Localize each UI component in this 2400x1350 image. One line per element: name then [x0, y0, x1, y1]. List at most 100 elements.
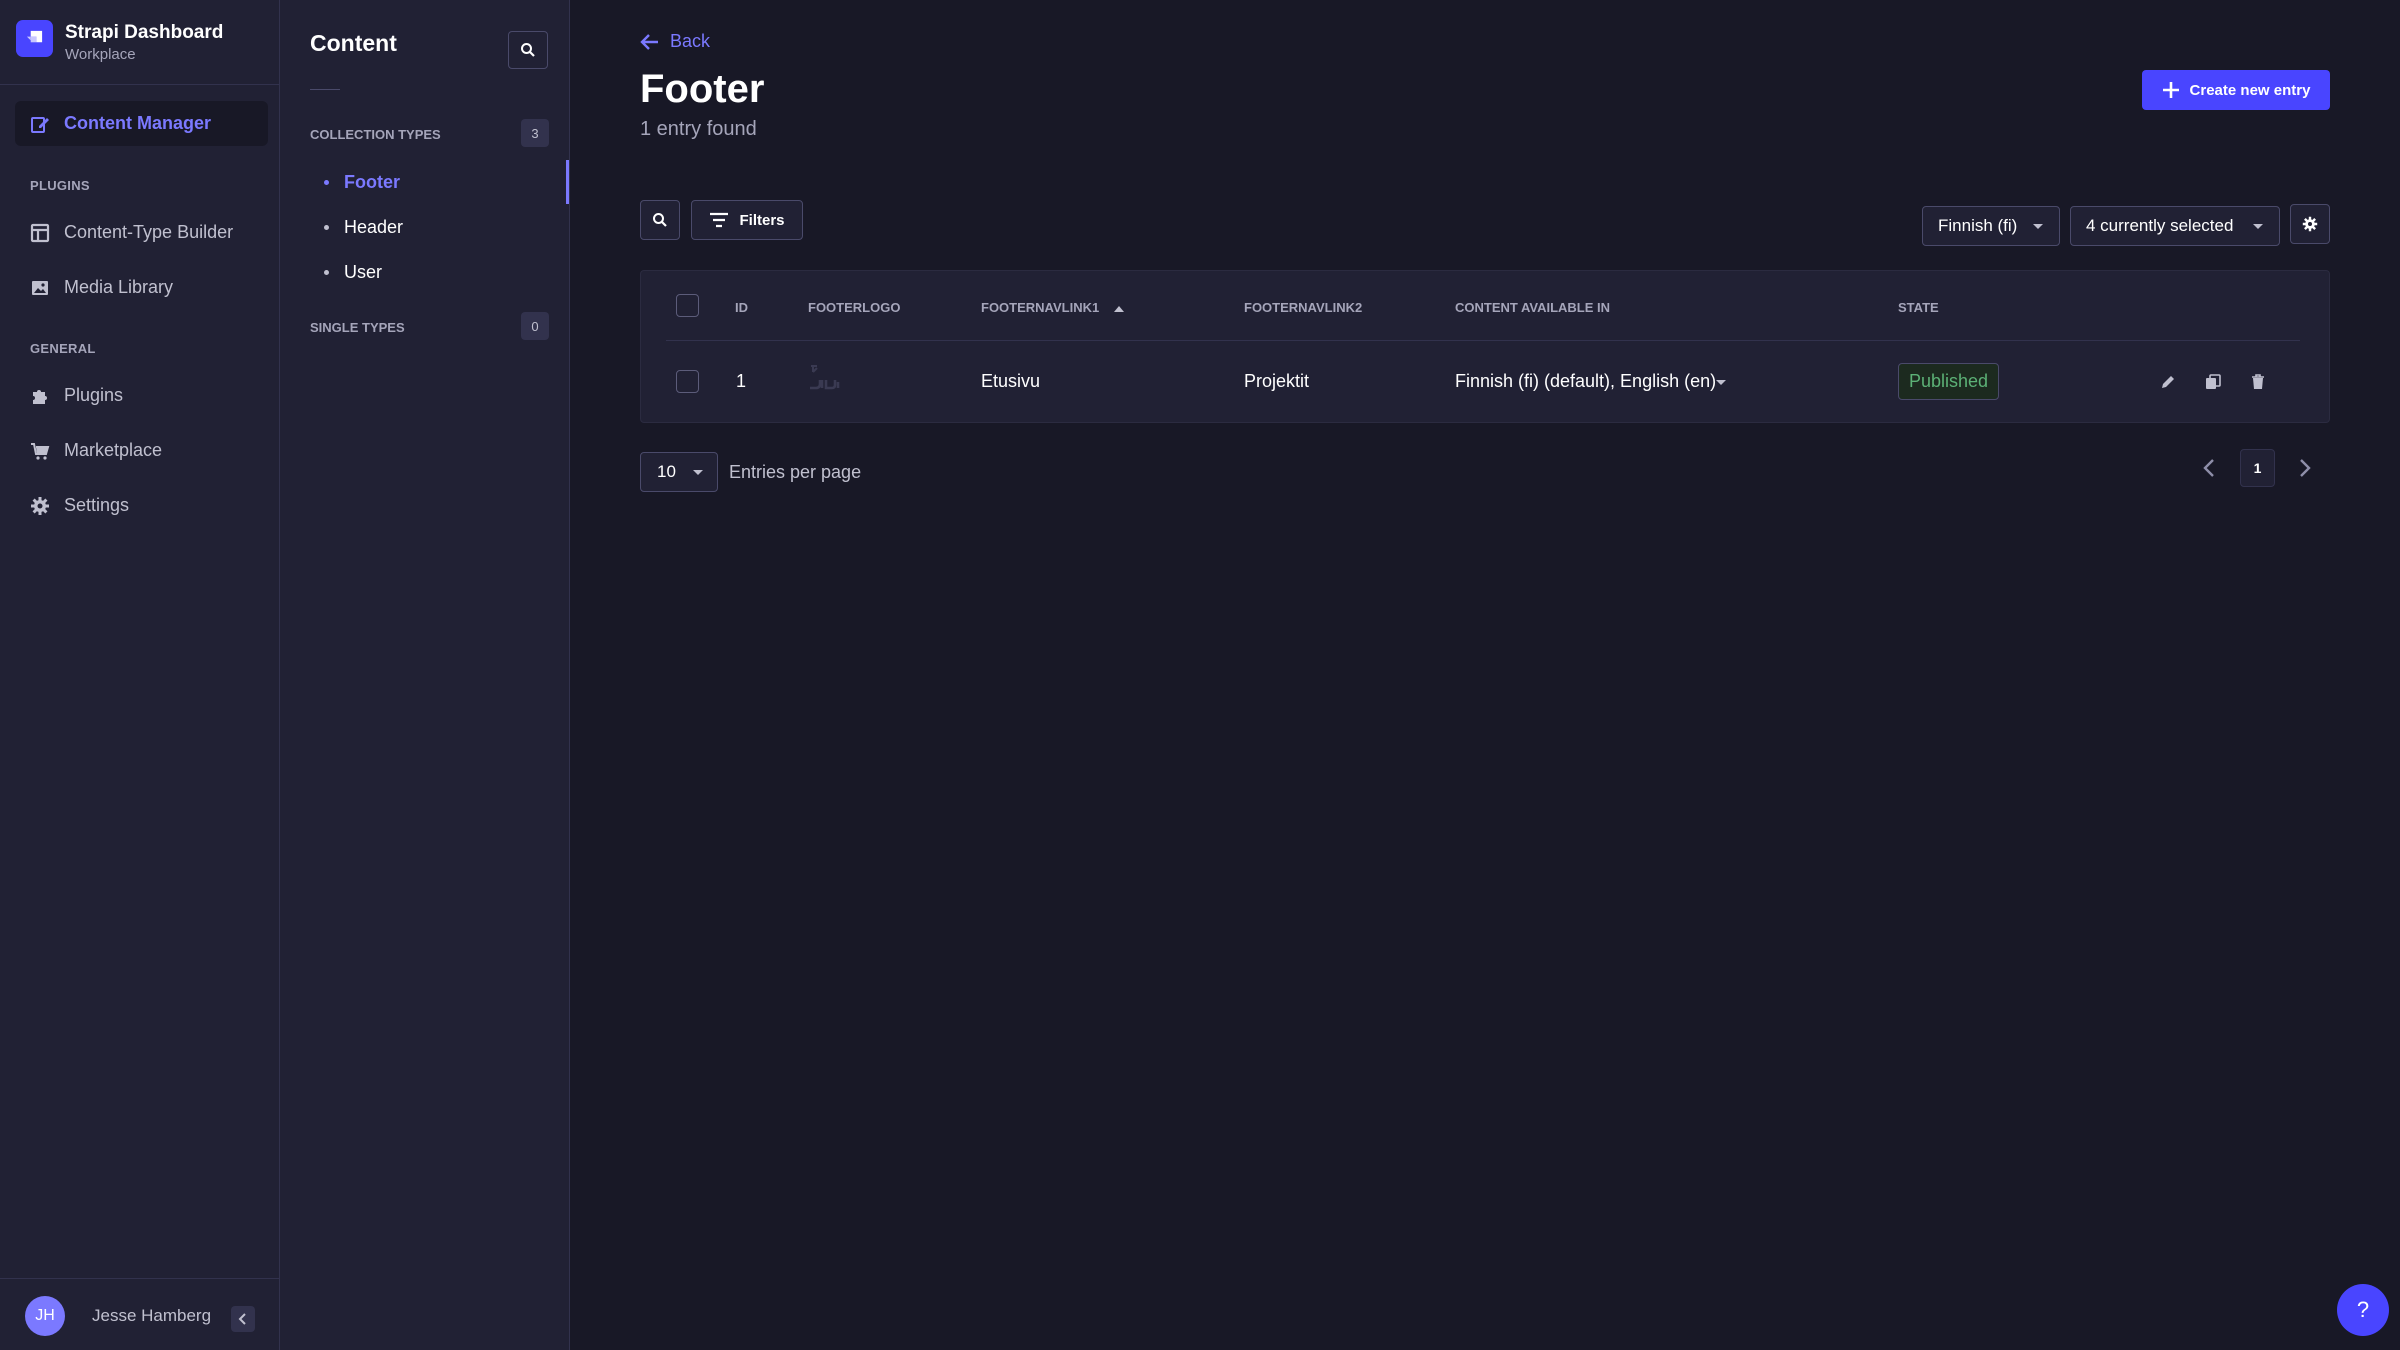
row-checkbox[interactable] [676, 370, 699, 393]
back-link[interactable]: Back [640, 31, 710, 52]
user-name[interactable]: Jesse Hamberg [92, 1306, 211, 1326]
column-header-footerlogo[interactable]: FOOTERLOGO [808, 300, 900, 315]
bullet-icon [324, 269, 329, 275]
caret-down-icon[interactable] [1716, 380, 1726, 385]
subnav-item-footer[interactable]: Footer [310, 160, 569, 204]
table-search-button[interactable] [640, 200, 680, 240]
page-size-label: Entries per page [729, 462, 862, 482]
duplicate-entry-button[interactable] [2201, 370, 2225, 394]
nav-settings[interactable]: Settings [15, 483, 268, 528]
locale-select[interactable]: Finnish (fi) [1922, 206, 2060, 246]
entries-table [640, 270, 2330, 423]
cell-id[interactable]: 1 [736, 371, 746, 392]
status-badge-label: Published [1909, 371, 1989, 391]
filter-icon [710, 212, 729, 228]
arrow-left-icon [640, 33, 658, 50]
content-subnav: Content COLLECTION TYPES 3 Footer Header… [280, 0, 570, 1350]
subnav-item-header[interactable]: Header [310, 205, 569, 249]
subnav-item-label: Header [344, 216, 404, 237]
image-icon [29, 277, 51, 299]
subnav-item-user[interactable]: User [310, 250, 569, 294]
column-header-content-available-in[interactable]: CONTENT AVAILABLE IN [1455, 300, 1610, 315]
pencil-icon [29, 113, 51, 135]
nav-plugins-label: Plugins [64, 385, 124, 405]
nav-media-library[interactable]: Media Library [15, 265, 268, 310]
bullet-icon [324, 224, 329, 230]
bullet-icon [324, 179, 329, 185]
nav-content-type-builder[interactable]: Content-Type Builder [15, 210, 268, 255]
nav-plugins[interactable]: Plugins [15, 373, 268, 418]
cell-footernavlink2[interactable]: Projektit [1244, 371, 1309, 392]
cell-footernavlink1[interactable]: Etusivu [981, 371, 1040, 392]
nav-content-type-builder-label: Content-Type Builder [64, 222, 234, 242]
layout-icon [29, 222, 51, 244]
nav-marketplace[interactable]: Marketplace [15, 428, 268, 473]
subnav-item-label: Footer [344, 171, 400, 192]
page-size-select[interactable]: 10 [640, 452, 718, 492]
filters-label: Filters [739, 211, 785, 229]
page-title: Footer [640, 67, 765, 111]
select-all-checkbox[interactable] [676, 294, 699, 317]
delete-entry-button[interactable] [2246, 370, 2270, 394]
footer-logo-thumbnail[interactable] [808, 362, 844, 404]
search-icon [521, 43, 535, 57]
column-header-label: FOOTERNAVLINK1 [981, 300, 1100, 315]
back-label: Back [670, 31, 711, 51]
previous-page-button[interactable] [2194, 452, 2224, 484]
create-new-entry-label: Create new entry [2189, 81, 2311, 99]
nav-settings-label: Settings [64, 495, 130, 515]
subnav-item-label: User [344, 261, 383, 282]
avatar[interactable]: JH [25, 1296, 65, 1336]
sort-ascending-icon [1113, 306, 1124, 313]
nav-section-plugins: PLUGINS [30, 178, 90, 193]
table-header-divider [666, 340, 2300, 341]
single-types-count: 0 [521, 312, 549, 340]
column-header-id[interactable]: ID [735, 300, 748, 315]
next-page-button[interactable] [2290, 452, 2320, 484]
main-navigation: Strapi Dashboard Workplace Content Manag… [0, 0, 280, 1350]
caret-down-icon [693, 469, 703, 475]
brand-header: Strapi Dashboard Workplace [0, 0, 279, 85]
chevron-right-icon [2300, 459, 2311, 477]
cart-icon [29, 440, 51, 462]
chevron-left-icon [238, 1313, 246, 1325]
create-new-entry-button[interactable]: Create new entry [2142, 70, 2330, 110]
caret-down-icon [2253, 223, 2263, 229]
collection-types-label: COLLECTION TYPES [310, 127, 441, 142]
gear-icon [2302, 216, 2318, 232]
nav-media-library-label: Media Library [64, 277, 174, 297]
pencil-icon [2162, 376, 2174, 388]
collapse-nav-button[interactable] [231, 1306, 255, 1332]
plus-icon [2162, 82, 2179, 98]
gear-icon [29, 495, 51, 517]
status-badge: Published [1898, 363, 2000, 400]
puzzle-icon [29, 385, 51, 407]
filters-button[interactable]: Filters [691, 200, 803, 240]
nav-marketplace-label: Marketplace [64, 440, 163, 460]
chevron-left-icon [2203, 459, 2214, 477]
search-icon [653, 213, 667, 227]
column-header-footernavlink1[interactable]: FOOTERNAVLINK1 [981, 300, 1124, 315]
duplicate-icon [2206, 374, 2221, 389]
columns-select[interactable]: 4 currently selected [2070, 206, 2280, 246]
table-settings-button[interactable] [2290, 204, 2330, 244]
subnav-title: Content [310, 30, 397, 56]
strapi-logo-icon [16, 20, 53, 57]
nav-content-manager[interactable]: Content Manager [15, 101, 268, 146]
locale-select-value: Finnish (fi) [1938, 216, 2018, 235]
column-header-state[interactable]: STATE [1898, 300, 1939, 315]
page-number-current[interactable]: 1 [2240, 449, 2275, 487]
brand-subtitle: Workplace [65, 46, 136, 63]
caret-down-icon [2033, 223, 2043, 229]
nav-section-general: GENERAL [30, 341, 96, 356]
column-header-footernavlink2[interactable]: FOOTERNAVLINK2 [1244, 300, 1362, 315]
brand-title: Strapi Dashboard [65, 22, 224, 43]
user-bar: JH Jesse Hamberg [0, 1278, 279, 1350]
single-types-label[interactable]: SINGLE TYPES [310, 320, 405, 335]
help-button[interactable]: ? [2337, 1284, 2389, 1336]
cell-content-available-in[interactable]: Finnish (fi) (default), English (en) [1455, 371, 1716, 392]
edit-entry-button[interactable] [2156, 370, 2180, 394]
columns-select-value: 4 currently selected [2086, 216, 2234, 235]
subnav-search-button[interactable] [508, 31, 548, 69]
trash-icon [2252, 374, 2264, 389]
